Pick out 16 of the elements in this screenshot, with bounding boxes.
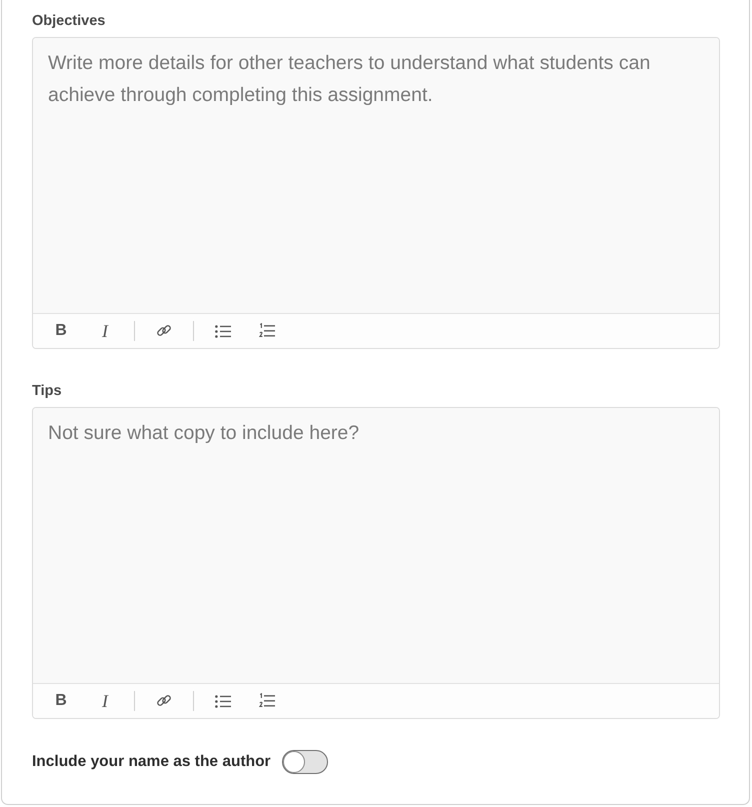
- toggle-switch[interactable]: [282, 750, 328, 774]
- field-label: Objectives: [32, 12, 106, 30]
- link-icon: [156, 323, 172, 339]
- bold-button[interactable]: B: [46, 318, 76, 344]
- italic-button[interactable]: I: [90, 318, 120, 344]
- italic-button[interactable]: I: [90, 688, 120, 714]
- text-area[interactable]: Write more details for other teachers to understand what students can achieve through completing this assignment.: [33, 38, 719, 313]
- numbered-list-icon: [259, 693, 275, 709]
- text-area[interactable]: Not sure what copy to include here?: [33, 408, 719, 683]
- bold-button[interactable]: B: [46, 688, 76, 714]
- bullet-list-icon: [215, 694, 231, 708]
- field-label: Tips: [32, 382, 62, 400]
- link-icon: [156, 693, 172, 709]
- bullet-list-icon: [215, 324, 231, 338]
- toggle-label: Include your name as the author: [32, 753, 271, 771]
- numbered-list-icon: [259, 323, 275, 339]
